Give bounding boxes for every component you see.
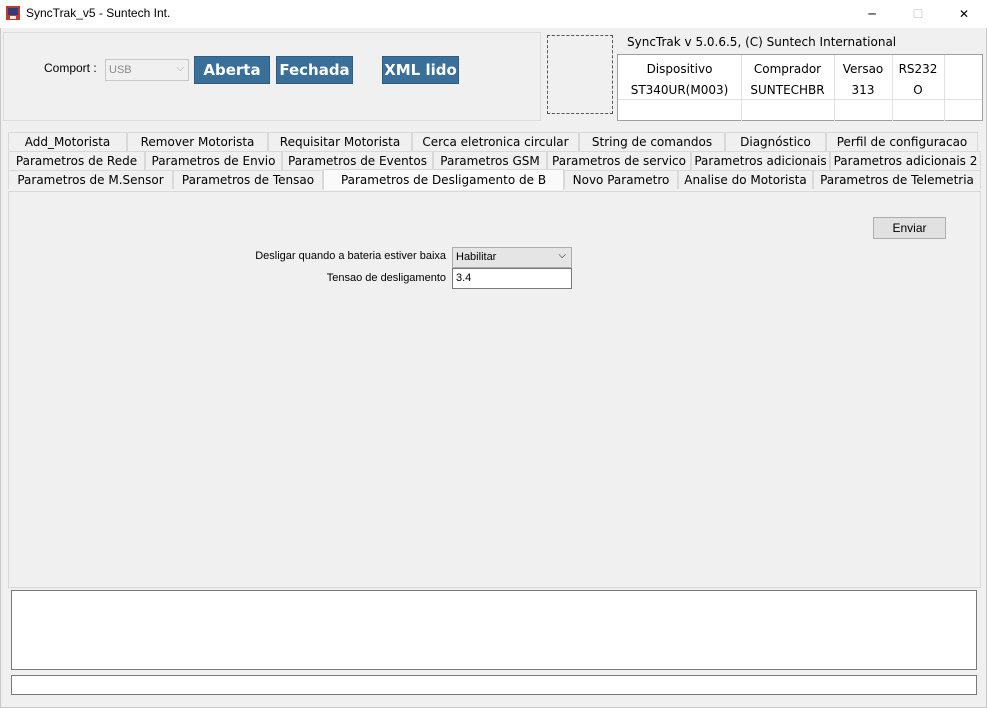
header-comprador: Comprador (753, 62, 822, 76)
tab-cerca-eletronica[interactable]: Cerca eletronica circular (412, 132, 579, 151)
tab-parametros-desligamento[interactable]: Parametros de Desligamento de B (323, 169, 564, 190)
header-rs232: RS232 (898, 62, 938, 76)
tab-parametros-rede[interactable]: Parametros de Rede (8, 151, 145, 170)
tab-parametros-eventos[interactable]: Parametros de Eventos (282, 151, 433, 170)
shutdown-voltage-label: Tensao de desligamento (326, 272, 446, 284)
chevron-down-icon: ⌵ (176, 63, 184, 74)
tab-parametros-envio[interactable]: Parametros de Envio (145, 151, 282, 170)
open-port-button[interactable]: Aberta (194, 56, 270, 84)
tab-add-motorista[interactable]: Add_Motorista (8, 132, 127, 151)
tab-novo-parametro[interactable]: Novo Parametro (564, 170, 678, 189)
tab-analise-motorista[interactable]: Analise do Motorista (678, 170, 813, 189)
send-button[interactable]: Enviar (873, 217, 946, 239)
tab-parametros-adicionais-2[interactable]: Parametros adicionais 2 (830, 151, 981, 170)
log-textarea[interactable] (11, 590, 977, 670)
header-versao: Versao (842, 62, 884, 76)
shutdown-voltage-input[interactable]: 3.4 (452, 268, 572, 289)
tab-parametros-adicionais[interactable]: Parametros adicionais (691, 151, 830, 170)
header-dispositivo: Dispositivo (646, 62, 713, 76)
minimize-button[interactable]: ─ (849, 0, 895, 28)
logo-placeholder (547, 35, 613, 114)
value-dispositivo: ST340UR(M003) (630, 83, 729, 97)
device-info-table: Dispositivo Comprador Versao RS232 ST340… (617, 54, 983, 121)
tab-parametros-msensor[interactable]: Parametros de M.Sensor (8, 170, 173, 189)
tab-panel: Enviar Desligar quando a bateria estiver… (8, 191, 981, 588)
tab-remover-motorista[interactable]: Remover Motorista (127, 132, 268, 151)
tab-parametros-telemetria[interactable]: Parametros de Telemetria (813, 170, 981, 189)
tab-parametros-servico[interactable]: Parametros de servico (547, 151, 691, 170)
battery-shutdown-value: Habilitar (456, 251, 497, 263)
comport-select[interactable]: USB ⌵ (105, 59, 189, 81)
connection-panel: Comport : USB ⌵ Aberta Fechada XML lido (3, 32, 541, 121)
close-button[interactable]: ✕ (941, 0, 987, 28)
comport-value: USB (109, 64, 132, 76)
app-icon (6, 6, 20, 20)
tab-perfil-configuracao[interactable]: Perfil de configuracao (826, 132, 978, 151)
window-title: SyncTrak_v5 - Suntech Int. (26, 6, 171, 20)
version-info-title: SyncTrak v 5.0.6.5, (C) Suntech Internat… (627, 35, 897, 49)
value-rs232: O (913, 83, 923, 97)
tab-strip: Add_Motorista Remover Motorista Requisit… (8, 132, 981, 192)
maximize-button[interactable]: ☐ (895, 0, 941, 28)
battery-shutdown-label: Desligar quando a bateria estiver baixa (255, 250, 446, 262)
close-port-button[interactable]: Fechada (276, 56, 353, 84)
tab-parametros-gsm[interactable]: Parametros GSM (433, 151, 547, 170)
comport-label: Comport : (44, 61, 97, 75)
status-bar (11, 675, 977, 695)
tab-diagnostico[interactable]: Diagnóstico (725, 132, 826, 151)
title-bar: SyncTrak_v5 - Suntech Int. ─ ☐ ✕ (0, 0, 987, 28)
tab-string-comandos[interactable]: String de comandos (579, 132, 725, 151)
value-versao: 313 (851, 83, 875, 97)
battery-shutdown-select[interactable]: Habilitar ⌵ (452, 247, 572, 268)
tab-parametros-tensao[interactable]: Parametros de Tensao (173, 170, 323, 189)
tab-requisitar-motorista[interactable]: Requisitar Motorista (268, 132, 412, 151)
value-comprador: SUNTECHBR (750, 83, 825, 97)
xml-loaded-button[interactable]: XML lido (382, 56, 459, 84)
chevron-down-icon: ⌵ (558, 250, 566, 261)
